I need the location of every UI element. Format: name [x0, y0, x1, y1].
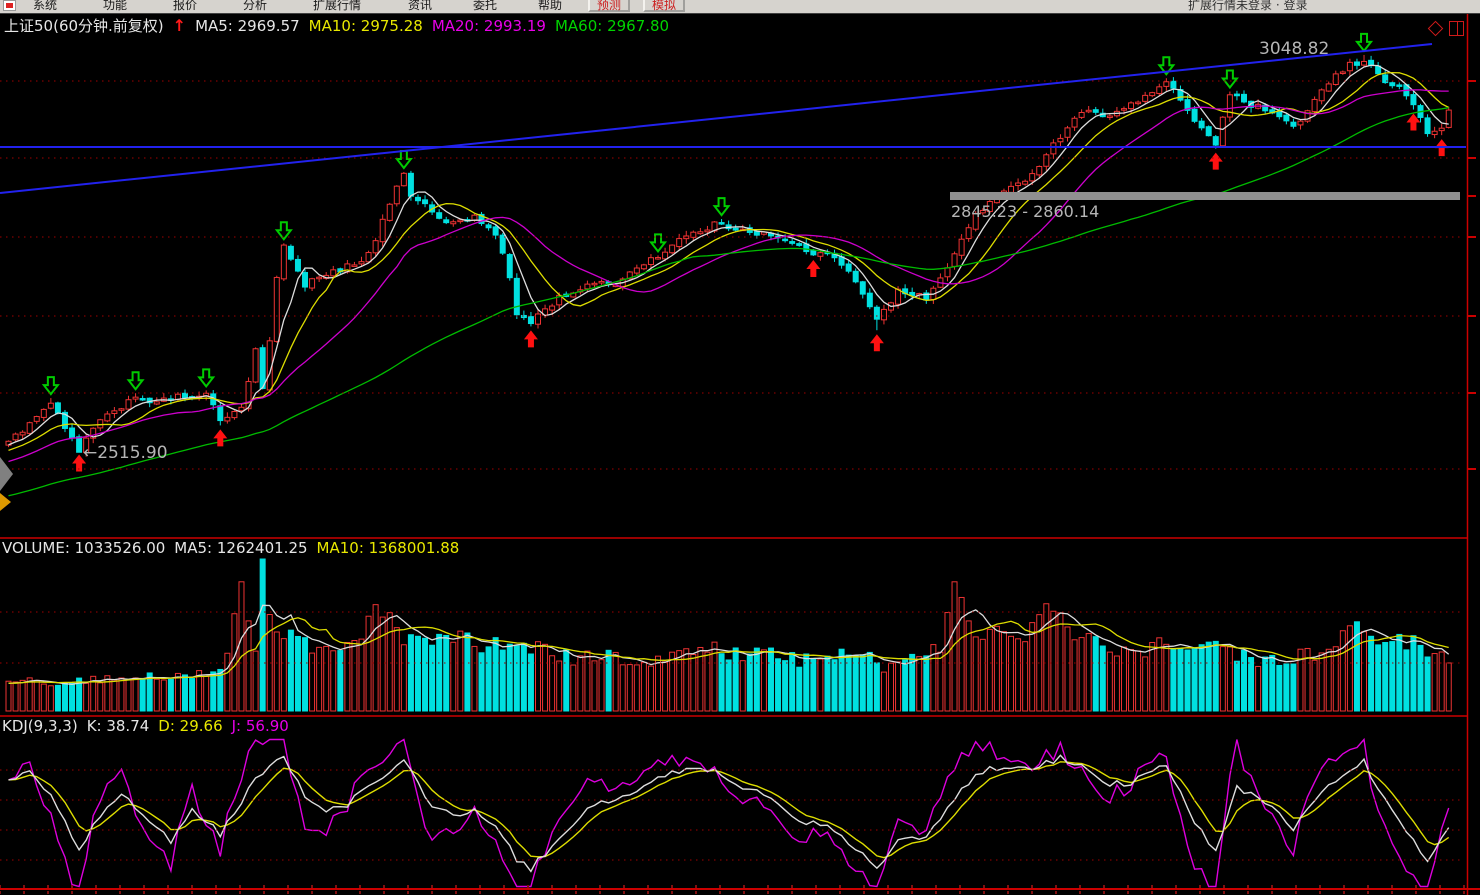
- marked-low-label: ←2515.90: [83, 443, 168, 463]
- menu-bar: 扩展行情未登录 · 登录 系统 功能 报价 分析 扩展行情 资讯 委托 帮助 预测 模拟: [0, 0, 1480, 14]
- menu-item-1[interactable]: 功能: [103, 0, 127, 13]
- menu-item-3[interactable]: 分析: [243, 0, 267, 13]
- menu-item-6[interactable]: 委托: [473, 0, 497, 13]
- volume-ma5-value: MA5: 1262401.25: [174, 539, 307, 557]
- kdj-k-value: K: 38.74: [87, 717, 150, 735]
- volume-ma10-value: MA10: 1368001.88: [317, 539, 460, 557]
- kdj-title: KDJ(9,3,3): [2, 717, 78, 735]
- trading-terminal: { "menu": { "items": [ {"label": "系统", "…: [0, 0, 1480, 895]
- ma20-value: MA20: 2993.19: [432, 17, 546, 35]
- support-band-label: 2845.23 - 2860.14: [951, 202, 1099, 221]
- menu-button-1[interactable]: 模拟: [643, 0, 685, 12]
- kdj-j-value: J: 56.90: [232, 717, 289, 735]
- trend-up-icon: ↑: [173, 16, 186, 35]
- menu-button-0[interactable]: 预测: [588, 0, 630, 12]
- peak-price-label: 3048.82: [1259, 39, 1329, 59]
- app-icon: [3, 0, 16, 11]
- stock-chart-canvas[interactable]: [0, 14, 1480, 895]
- ma10-value: MA10: 2975.28: [309, 17, 423, 35]
- symbol-title: 上证50(60分钟.前复权): [4, 17, 164, 35]
- left-edge-scroll-arrow-icon[interactable]: [0, 493, 11, 511]
- connection-status[interactable]: 扩展行情未登录 · 登录: [1188, 0, 1307, 13]
- split-window-icon[interactable]: [1449, 21, 1464, 36]
- left-edge-gray-flag-icon: [0, 457, 13, 491]
- kdj-d-value: D: 29.66: [158, 717, 222, 735]
- ma5-value: MA5: 2969.57: [195, 17, 300, 35]
- main-chart-header: 上证50(60分钟.前复权) ↑ MA5: 2969.57 MA10: 2975.28…: [4, 15, 678, 36]
- menu-item-5[interactable]: 资讯: [408, 0, 432, 13]
- volume-value: VOLUME: 1033526.00: [2, 539, 165, 557]
- menu-item-0[interactable]: 系统: [33, 0, 57, 13]
- menu-item-2[interactable]: 报价: [173, 0, 197, 13]
- menu-item-4[interactable]: 扩展行情: [313, 0, 361, 13]
- menu-item-7[interactable]: 帮助: [538, 0, 562, 13]
- ma60-value: MA60: 2967.80: [555, 17, 669, 35]
- kdj-pane-header: KDJ(9,3,3) K: 38.74 D: 29.66 J: 56.90: [2, 717, 298, 735]
- volume-pane-header: VOLUME: 1033526.00 MA5: 1262401.25 MA10: 1…: [2, 539, 468, 557]
